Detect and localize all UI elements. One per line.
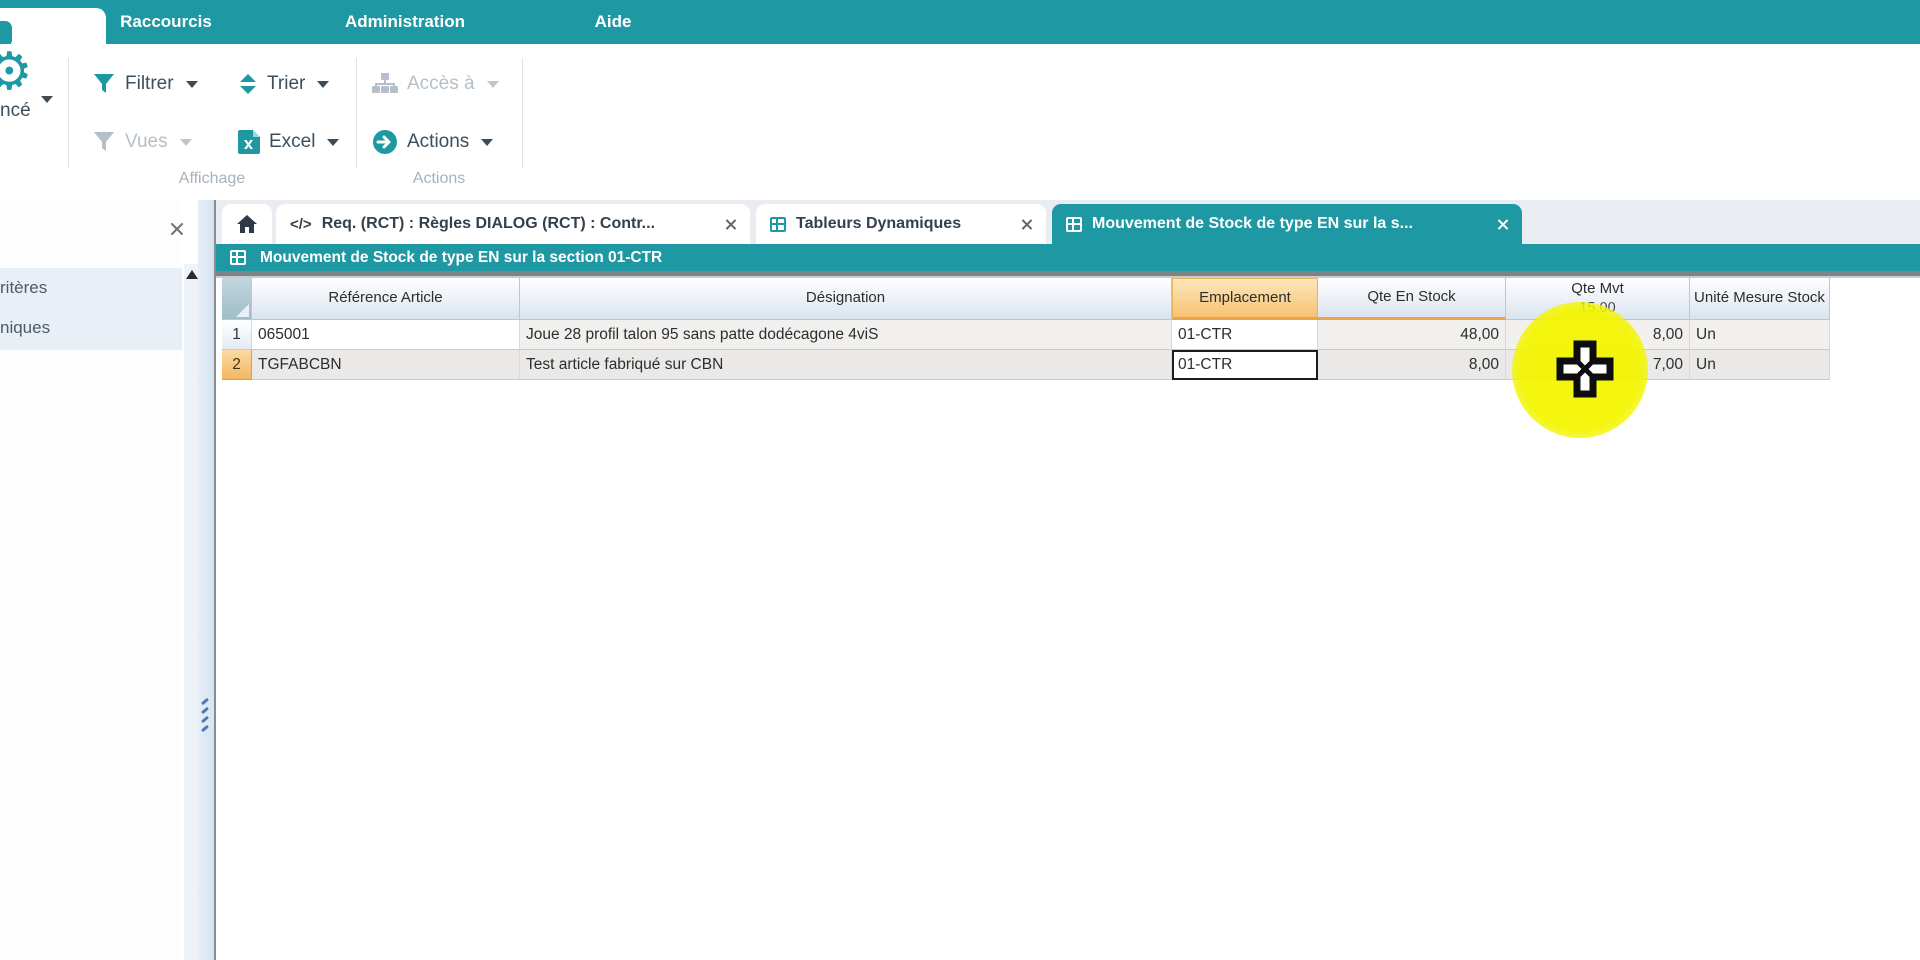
pivot-table-icon bbox=[230, 250, 246, 265]
column-header-reference[interactable]: Référence Article bbox=[252, 278, 520, 320]
chevron-down-icon bbox=[481, 139, 493, 146]
chevron-down-icon bbox=[317, 81, 329, 88]
actions-button[interactable]: Actions bbox=[372, 126, 493, 158]
excel-button[interactable]: Excel bbox=[238, 126, 339, 158]
trier-label: Trier bbox=[267, 73, 305, 95]
menubar: Raccourcis Administration Aide bbox=[0, 0, 1920, 44]
cell-emplacement[interactable]: 01-CTR bbox=[1172, 320, 1318, 350]
close-icon[interactable] bbox=[725, 219, 736, 230]
home-document-tab[interactable] bbox=[0, 8, 106, 48]
cell-cross-cursor-icon bbox=[1556, 340, 1614, 398]
actions-label: Actions bbox=[407, 131, 469, 153]
sidebar: ritères niques bbox=[0, 200, 182, 960]
chevron-down-icon bbox=[327, 139, 339, 146]
gear-icon: ⚙ bbox=[0, 46, 33, 98]
cell-reference[interactable]: TGFABCBN bbox=[252, 350, 520, 380]
sidebar-item-criteres-partial[interactable]: ritères bbox=[0, 268, 182, 308]
ribbon-separator bbox=[356, 58, 357, 168]
pivot-table-icon bbox=[770, 217, 786, 232]
section-header: Mouvement de Stock de type EN sur la sec… bbox=[216, 244, 1920, 271]
group-label-affichage: Affichage bbox=[68, 170, 356, 188]
ribbon-separator bbox=[68, 58, 69, 168]
tab-mouvement-stock[interactable]: Mouvement de Stock de type EN sur la s..… bbox=[1052, 204, 1522, 244]
tab-label: Req. (RCT) : Règles DIALOG (RCT) : Contr… bbox=[322, 215, 715, 233]
cell-emplacement-focused[interactable]: 01-CTR bbox=[1172, 350, 1318, 380]
filtrer-button[interactable]: Filtrer bbox=[92, 68, 198, 100]
close-icon[interactable] bbox=[1497, 219, 1508, 230]
select-all-corner[interactable] bbox=[222, 278, 252, 320]
chevron-down-icon bbox=[186, 81, 198, 88]
menu-raccourcis[interactable]: Raccourcis bbox=[114, 0, 218, 44]
column-header-designation[interactable]: Désignation bbox=[520, 278, 1172, 320]
advanced-button-label-partial[interactable]: ncé bbox=[0, 100, 31, 122]
cell-unite[interactable]: Un bbox=[1690, 350, 1830, 380]
excel-icon bbox=[238, 130, 260, 154]
filter-icon-disabled bbox=[92, 131, 116, 153]
section-divider bbox=[216, 271, 1920, 278]
sidebar-close-icon[interactable] bbox=[170, 222, 186, 238]
acces-a-button: Accès à bbox=[372, 68, 499, 100]
splitter-handle[interactable] bbox=[198, 200, 214, 960]
chevron-down-icon bbox=[180, 139, 192, 146]
tab-req-rct[interactable]: </> Req. (RCT) : Règles DIALOG (RCT) : C… bbox=[276, 204, 750, 244]
arrow-right-circle-icon bbox=[372, 129, 398, 155]
cell-unite[interactable]: Un bbox=[1690, 320, 1830, 350]
excel-label: Excel bbox=[269, 131, 315, 153]
scroll-up-icon[interactable] bbox=[186, 270, 198, 279]
vues-button: Vues bbox=[92, 126, 192, 158]
document-tabstrip: </> Req. (RCT) : Règles DIALOG (RCT) : C… bbox=[216, 200, 1920, 244]
tab-label: Tableurs Dynamiques bbox=[796, 215, 1011, 233]
trier-button[interactable]: Trier bbox=[238, 68, 329, 100]
row-number[interactable]: 1 bbox=[222, 320, 252, 350]
cell-qte-en-stock[interactable]: 48,00 bbox=[1318, 320, 1506, 350]
cell-qte-en-stock[interactable]: 8,00 bbox=[1318, 350, 1506, 380]
menu-administration[interactable]: Administration bbox=[330, 0, 480, 44]
filter-icon bbox=[92, 73, 116, 95]
tab-label: Mouvement de Stock de type EN sur la s..… bbox=[1092, 215, 1487, 233]
close-icon[interactable] bbox=[1021, 219, 1032, 230]
tab-tableurs-dynamiques[interactable]: Tableurs Dynamiques bbox=[756, 204, 1046, 244]
grid-canvas bbox=[216, 278, 1920, 960]
filtrer-label: Filtrer bbox=[125, 73, 174, 95]
vues-label: Vues bbox=[125, 131, 168, 153]
sitemap-icon bbox=[372, 73, 398, 95]
tab-home[interactable] bbox=[222, 204, 272, 244]
sidebar-list: ritères niques bbox=[0, 268, 182, 350]
column-header-emplacement[interactable]: Emplacement bbox=[1172, 278, 1318, 320]
ribbon-toolbar: ⚙ ncé Filtrer Trier bbox=[0, 44, 1920, 200]
cell-designation[interactable]: Test article fabriqué sur CBN bbox=[520, 350, 1172, 380]
qte-mvt-label: Qte Mvt bbox=[1571, 280, 1624, 299]
section-title: Mouvement de Stock de type EN sur la sec… bbox=[260, 249, 662, 267]
pivot-table-icon bbox=[1066, 217, 1082, 232]
sort-icon bbox=[238, 73, 258, 95]
sidebar-scrollbar[interactable] bbox=[184, 264, 198, 960]
column-header-qte-en-stock[interactable]: Qte En Stock bbox=[1318, 278, 1506, 320]
chevron-down-icon bbox=[487, 81, 499, 88]
home-icon bbox=[237, 215, 257, 233]
code-icon: </> bbox=[290, 216, 312, 233]
column-header-unite-mesure[interactable]: Unité Mesure Stock bbox=[1690, 278, 1830, 320]
group-label-actions: Actions bbox=[356, 170, 522, 188]
acces-a-label: Accès à bbox=[407, 73, 475, 95]
sidebar-item-dynamiques-partial[interactable]: niques bbox=[0, 308, 182, 348]
chevron-down-icon[interactable] bbox=[41, 96, 53, 103]
splitter-grip-icon bbox=[201, 700, 209, 730]
ribbon-separator bbox=[522, 58, 523, 168]
menu-aide[interactable]: Aide bbox=[588, 0, 638, 44]
application-window: Raccourcis Administration Aide ⚙ ncé Fil… bbox=[0, 0, 1920, 960]
cell-designation[interactable]: Joue 28 profil talon 95 sans patte dodéc… bbox=[520, 320, 1172, 350]
row-number-selected[interactable]: 2 bbox=[222, 350, 252, 380]
cell-reference[interactable]: 065001 bbox=[252, 320, 520, 350]
